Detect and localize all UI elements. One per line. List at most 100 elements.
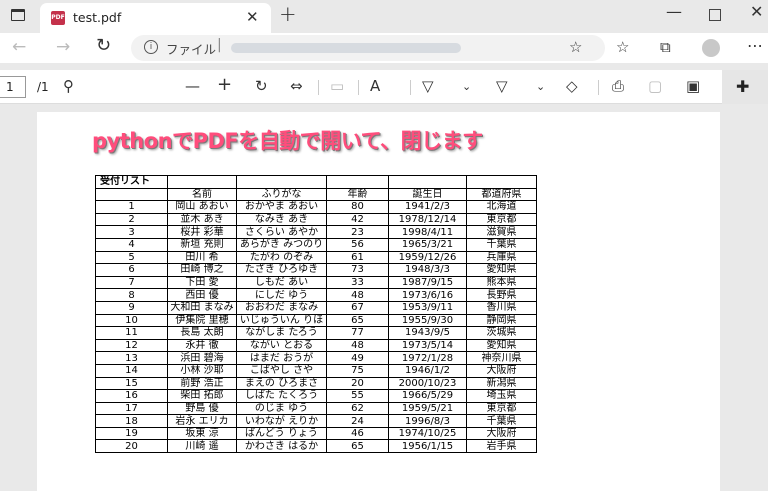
table-cell: 67 [326, 300, 389, 315]
pin-icon: ✚ [736, 77, 750, 96]
table-cell: 20 [95, 439, 168, 454]
address-bar[interactable]: i ファイル | ☆ [131, 35, 605, 61]
table-cell: 1941/2/3 [388, 200, 467, 214]
table-cell: 静岡県 [466, 313, 537, 328]
back-arrow-icon[interactable]: ← [12, 37, 26, 57]
forward-arrow-icon[interactable]: → [56, 37, 70, 57]
table-cell: 1943/9/5 [388, 326, 467, 340]
table-cell: 2 [95, 212, 168, 227]
table-row: 1 岡山 あおい おかやま あおい 80 1941/2/3 北海道 [95, 200, 537, 214]
table-cell: こばやし さや [236, 363, 327, 378]
table-row: 6 田崎 博之 たざき ひろゆき 73 1948/3/3 愛知県 [95, 263, 537, 277]
maximize-icon[interactable] [709, 9, 721, 21]
table-row: 9 大和田 まなみ おおわだ まなみ 67 1953/9/11 香川県 [95, 300, 537, 315]
toolbar-divider [358, 80, 359, 95]
table-cell: 49 [326, 351, 389, 365]
page-number-input[interactable]: 1 [0, 76, 26, 98]
table-cell: 73 [326, 263, 389, 277]
table-cell: さくらい あやか [236, 225, 327, 239]
toolbar-divider [598, 80, 599, 95]
table-cell: 伊集院 里穂 [167, 313, 237, 328]
table-row: 15 前野 浩正 まえの ひろまさ 20 2000/10/23 新潟県 [95, 376, 537, 391]
table-cell: 桜井 彩華 [167, 225, 237, 239]
table-cell: ながしま たろう [236, 326, 327, 340]
table-row: 19 坂東 涼ばんどう りょう 46 1974/10/25 大阪府 [95, 426, 537, 441]
new-tab-icon[interactable]: + [279, 2, 297, 26]
table-cell: 24 [326, 414, 389, 428]
table-cell: にしだ ゆう [236, 288, 327, 302]
table-cell: ばんどう りょう [236, 426, 327, 441]
table-cell: 千葉県 [466, 237, 537, 252]
table-cell: 62 [326, 401, 389, 416]
tab-test-pdf[interactable]: PDF test.pdf ✕ [40, 3, 271, 33]
table-cell: 4 [95, 237, 168, 252]
table-cell: 長島 太朗 [167, 326, 237, 340]
minimize-icon[interactable]: — [666, 2, 682, 21]
table-cell: 愛知県 [466, 263, 537, 277]
table-cell: 東京都 [466, 212, 537, 227]
page-view-icon[interactable]: ▭ [330, 77, 344, 95]
close-window-icon[interactable]: ✕ [750, 2, 763, 21]
toolbar-divider [410, 80, 411, 95]
info-icon[interactable]: i [144, 40, 158, 54]
table-cell: 61 [326, 250, 389, 265]
table-cell: 永井 徹 [167, 338, 237, 353]
profile-avatar[interactable] [702, 39, 720, 57]
print-icon[interactable]: ⎙ [612, 77, 624, 95]
toolbar-divider [318, 80, 319, 95]
draw-icon[interactable]: ▽ [422, 77, 434, 95]
collections-icon[interactable]: ⧉ [660, 38, 671, 56]
table-cell: 9 [95, 300, 168, 315]
table-cell: 野島 優 [167, 401, 237, 416]
table-cell: 新潟県 [466, 376, 537, 391]
table-cell: 下田 愛 [167, 275, 237, 290]
close-tab-icon[interactable]: ✕ [246, 8, 259, 26]
table-cell: いわなが えりか [236, 414, 327, 428]
table-cell: 2000/10/23 [388, 376, 467, 391]
table-header-row: 名前 ふりがな 年齢 誕生日 都道府県 [95, 187, 537, 202]
pdf-page: pythonでPDFを自動で開いて、閉じます 受付リスト 名前 ふりがな 年齢 … [37, 112, 720, 491]
table-cell: 75 [326, 363, 389, 378]
table-row: 14 小林 沙耶 こばやし さや 75 1946/1/2 大阪府 [95, 363, 537, 378]
table-cell: 56 [326, 237, 389, 252]
chevron-down-icon[interactable]: ⌄ [462, 80, 471, 93]
refresh-icon[interactable]: ↻ [96, 35, 111, 56]
table-cell: たざき ひろゆき [236, 263, 327, 277]
pdf-viewer[interactable]: pythonでPDFを自動で開いて、閉じます 受付リスト 名前 ふりがな 年齢 … [0, 104, 768, 491]
table-row: 20 川崎 遥かわさき はるか 65 1956/1/15 岩手県 [95, 439, 537, 454]
table-cell: 1973/5/14 [388, 338, 467, 353]
highlight-icon[interactable]: ▽ [496, 77, 508, 95]
table-cell: 愛知県 [466, 338, 537, 353]
table-cell: 55 [326, 389, 389, 403]
zoom-in-icon[interactable]: + [217, 74, 232, 95]
tab-actions-icon[interactable] [11, 9, 25, 21]
favorites-icon[interactable]: ☆ [616, 38, 629, 56]
chevron-down-icon[interactable]: ⌄ [536, 80, 545, 93]
table-cell: 1987/9/15 [388, 275, 467, 290]
table-cell: 65 [326, 313, 389, 328]
fit-width-icon[interactable]: ⇔ [290, 77, 303, 95]
rotate-icon[interactable]: ↻ [255, 77, 268, 95]
empty-cell [236, 175, 327, 189]
table-row: 13 浜田 碧海 はまだ おうが 49 1972/1/28 神奈川県 [95, 351, 537, 365]
table-row: 8 西田 優にしだ ゆう 48 1973/6/16 長野県 [95, 288, 537, 302]
read-aloud-icon[interactable]: A [370, 77, 380, 95]
column-header: 都道府県 [466, 187, 537, 202]
table-cell: 並木 あき [167, 212, 237, 227]
pin-toolbar-button[interactable]: ✚ [722, 70, 768, 104]
search-icon[interactable]: ⚲ [63, 77, 74, 95]
more-options-icon[interactable]: ⋯ [747, 36, 763, 55]
table-cell: 8 [95, 288, 168, 302]
eraser-icon[interactable]: ◇ [566, 77, 578, 95]
empty-cell [466, 175, 537, 189]
save-as-icon[interactable]: ▣ [686, 77, 700, 95]
zoom-out-icon[interactable]: — [185, 77, 200, 95]
save-icon[interactable]: ▢ [648, 77, 662, 95]
table-cell: ながい とおる [236, 338, 327, 353]
add-favorite-icon[interactable]: ☆ [569, 38, 582, 56]
column-header: ふりがな [236, 187, 327, 202]
table-cell: 浜田 碧海 [167, 351, 237, 365]
table-row: 10 伊集院 里穂 いじゅういん りほ 65 1955/9/30 静岡県 [95, 313, 537, 328]
table-cell: 1955/9/30 [388, 313, 467, 328]
table-cell: 大阪府 [466, 426, 537, 441]
